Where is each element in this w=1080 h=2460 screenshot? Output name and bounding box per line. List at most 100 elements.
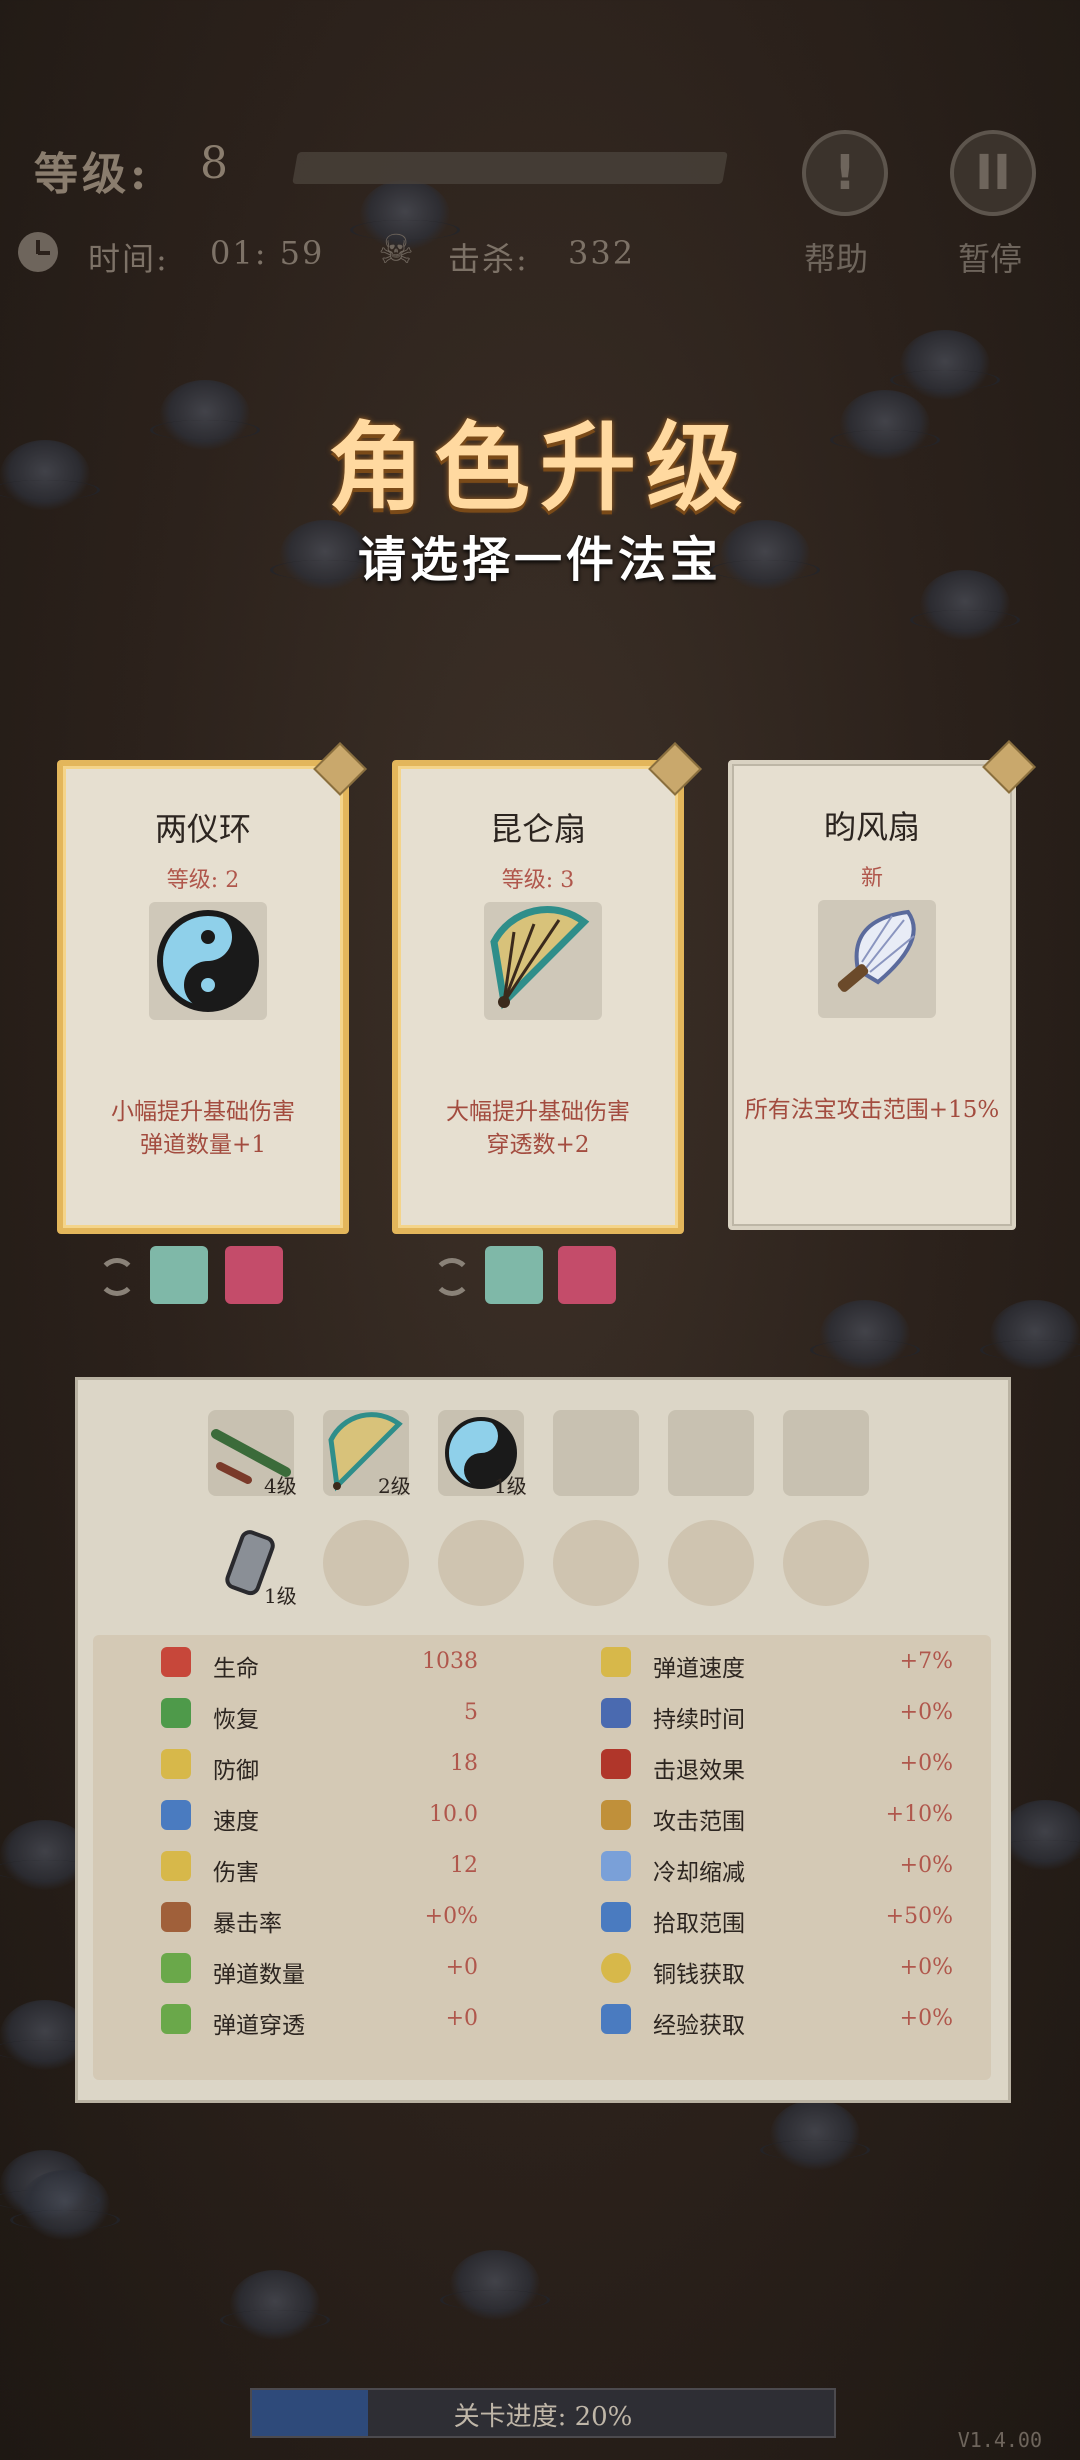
card-description: 小幅提升基础伤害 弹道数量+1: [111, 1099, 295, 1158]
kills-value: 332: [568, 234, 636, 272]
slot-level: 1级: [494, 1474, 527, 1498]
pierce-icon: [161, 2004, 191, 2034]
upgrade-card-1[interactable]: 两仪环 等级: 2 小幅提升基础伤害 弹道数量+1: [57, 742, 367, 1234]
plus-icon: [161, 1698, 191, 1728]
card-description: 大幅提升基础伤害 穿透数+2: [446, 1099, 630, 1158]
stat-value: 5: [464, 1700, 478, 1725]
stat-name: 持续时间: [653, 1707, 745, 1733]
range-icon: [601, 1800, 631, 1830]
empty-passive-slot: [438, 1520, 524, 1606]
projectile-speed-icon: [601, 1647, 631, 1677]
card-name: 两仪环: [154, 810, 251, 848]
clock-icon: [18, 232, 58, 272]
bracer-icon: [485, 1246, 543, 1304]
heart-icon: [161, 1647, 191, 1677]
empty-passive-slot: [668, 1520, 754, 1606]
reroll-icon[interactable]: [98, 1258, 136, 1296]
level-value: 8: [200, 138, 228, 189]
card-name: 昆仑扇: [489, 810, 586, 848]
inventory-panel: 4级 2级 1级 1级 生命 1038 恢复 5 防御 18 速度 10.0 伤…: [75, 1377, 1011, 2103]
card-level: 新: [860, 866, 883, 891]
stat-name: 伤害: [213, 1860, 259, 1886]
enemy-spider: [990, 1800, 1080, 1870]
stat-name: 防御: [213, 1758, 259, 1784]
stat-name: 冷却缩减: [653, 1860, 745, 1886]
level-label: 等级:: [34, 149, 151, 200]
empty-weapon-slot: [668, 1410, 754, 1496]
stat-value: 1038: [422, 1649, 478, 1674]
stat-name: 攻击范围: [653, 1809, 745, 1835]
book-icon: [601, 2004, 631, 2034]
stat-name: 拾取范围: [653, 1911, 745, 1937]
card-corner-ornament: [313, 742, 367, 796]
skull-icon: ☠: [378, 227, 414, 273]
slot-level: 1级: [264, 1584, 297, 1608]
time-label: 时间:: [88, 240, 169, 278]
enemy-spider: [440, 2250, 550, 2320]
stat-value: 18: [450, 1751, 478, 1776]
card-name: 昀风扇: [823, 808, 920, 846]
folding-fan-icon: [484, 902, 602, 1020]
pause-button[interactable]: II: [950, 130, 1036, 216]
stat-name: 经验获取: [653, 2013, 745, 2039]
slot-level: 2级: [378, 1474, 411, 1498]
stage-progress-label: 关卡进度: 20%: [453, 2402, 633, 2432]
speed-icon: [161, 1800, 191, 1830]
stat-name: 速度: [213, 1809, 259, 1835]
pause-label: 暂停: [958, 240, 1023, 278]
fist-icon: [601, 1749, 631, 1779]
pause-icon: II: [975, 145, 1011, 201]
slot-level: 4级: [264, 1474, 297, 1498]
stat-name: 弹道速度: [653, 1656, 745, 1682]
stats-table: 生命 1038 恢复 5 防御 18 速度 10.0 伤害 12 暴击率 +0%…: [93, 1635, 991, 2080]
reroll-icon[interactable]: [433, 1258, 471, 1296]
stat-value: +0%: [899, 1700, 953, 1725]
stat-name: 恢复: [213, 1707, 259, 1733]
xp-bar: [292, 152, 728, 184]
feather-fan-icon: [818, 900, 936, 1018]
stat-value: +7%: [899, 1649, 953, 1674]
empty-weapon-slot: [783, 1410, 869, 1496]
dialog-title: 角色升级: [328, 411, 752, 524]
stat-value: +0%: [899, 1955, 953, 1980]
stat-value: 12: [450, 1853, 478, 1878]
stat-value: +0%: [899, 1751, 953, 1776]
enemy-spider: [10, 2170, 120, 2240]
stat-name: 生命: [213, 1656, 259, 1682]
stat-value: +10%: [885, 1802, 953, 1827]
card-corner-ornament: [982, 740, 1036, 794]
stat-value: +0%: [899, 2006, 953, 2031]
stage-progress-bar: 关卡进度: 20%: [250, 2388, 836, 2438]
card-corner-ornament: [648, 742, 702, 796]
version-label: V1.4.00: [957, 2428, 1042, 2452]
boot-icon: [225, 1246, 283, 1304]
enemy-spider: [220, 2270, 330, 2340]
magnet-icon: [601, 1902, 631, 1932]
empty-passive-slot: [783, 1520, 869, 1606]
upgrade-card-3[interactable]: 昀风扇 新 所有法宝攻击范围+15%: [728, 740, 1036, 1230]
card-description: 所有法宝攻击范围+15%: [744, 1097, 1000, 1123]
kills-label: 击杀:: [448, 240, 529, 278]
stat-name: 铜钱获取: [653, 1962, 745, 1988]
stat-value: +0%: [899, 1853, 953, 1878]
stat-value: +0%: [424, 1904, 478, 1929]
upgrade-card-2[interactable]: 昆仑扇 等级: 3 大幅提升基础伤害 穿透数+2: [392, 742, 702, 1234]
crit-icon: [161, 1902, 191, 1932]
stat-name: 击退效果: [653, 1758, 745, 1784]
help-button[interactable]: !: [802, 130, 888, 216]
empty-weapon-slot: [553, 1410, 639, 1496]
shield-icon: [161, 1749, 191, 1779]
enemy-spider: [760, 2100, 870, 2170]
stat-name: 弹道穿透: [213, 2013, 305, 2039]
dialog-subtitle: 请选择一件法宝: [357, 532, 722, 588]
empty-passive-slot: [323, 1520, 409, 1606]
feather-fan-icon: [558, 1246, 616, 1304]
empty-passive-slot: [553, 1520, 639, 1606]
exclamation-icon: !: [834, 145, 856, 201]
coin-icon: [601, 1953, 631, 1983]
enemy-spider: [980, 1300, 1080, 1370]
help-label: 帮助: [804, 240, 869, 278]
stat-value: +0: [445, 1955, 478, 1980]
yin-yang-icon: [149, 902, 267, 1020]
card-level: 等级: 3: [501, 868, 575, 893]
